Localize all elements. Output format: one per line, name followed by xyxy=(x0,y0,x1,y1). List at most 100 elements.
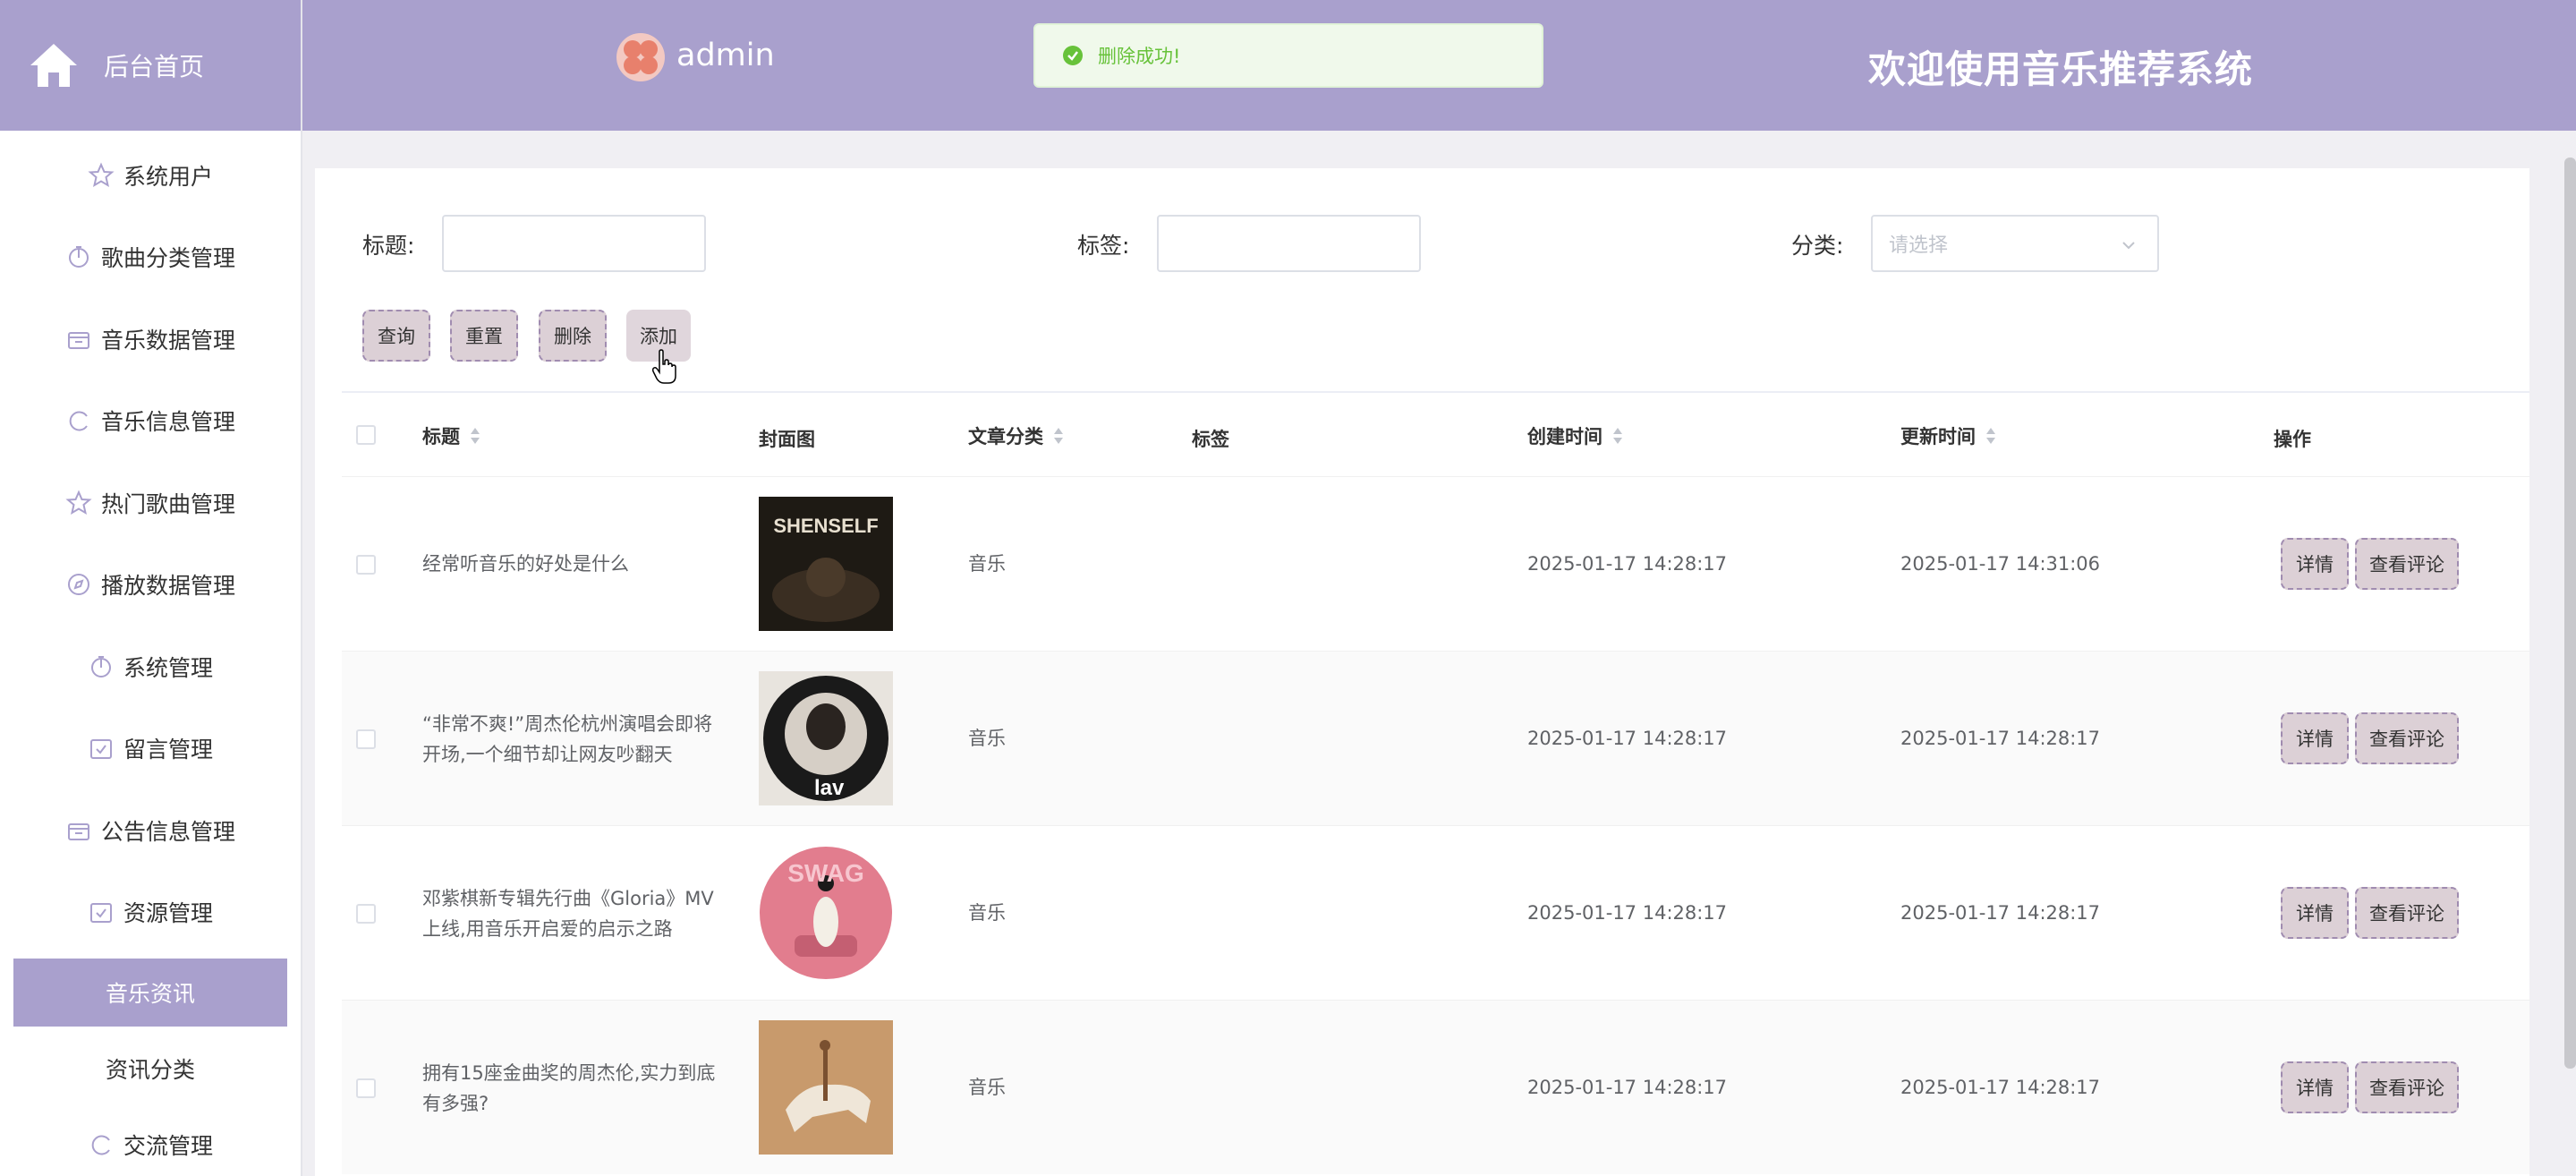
row-checkbox[interactable] xyxy=(356,729,376,749)
success-toast: 删除成功! xyxy=(1033,23,1543,88)
home-label: 后台首页 xyxy=(104,52,205,81)
row-updated: 2025-01-17 14:28:17 xyxy=(1900,728,2101,749)
column-cover-label: 封面图 xyxy=(759,429,815,450)
category-filter-label: 分类: xyxy=(1791,233,1844,259)
hand-cursor-icon xyxy=(651,349,676,384)
row-updated: 2025-01-17 14:28:17 xyxy=(1900,1077,2101,1098)
sidebar-item-label: 资讯分类 xyxy=(105,1057,195,1083)
tag-filter-input[interactable] xyxy=(1157,215,1421,272)
sidebar-item-label: 系统用户 xyxy=(123,163,213,190)
column-category-label: 文章分类 xyxy=(968,426,1043,447)
title-filter-input[interactable] xyxy=(442,215,706,272)
delete-button[interactable]: 删除 xyxy=(539,310,607,362)
sidebar-item-resources[interactable]: 资源管理 xyxy=(0,872,301,954)
cover-image xyxy=(759,1020,893,1155)
detail-button[interactable]: 详情 xyxy=(2281,1061,2349,1113)
cycle-icon xyxy=(69,411,88,431)
sidebar-item-news-category[interactable]: 资讯分类 xyxy=(0,1034,301,1104)
row-checkbox[interactable] xyxy=(356,555,376,575)
news-table: 标题 封面图 文章分类 标签 创建时间 更新时间 操作 经常听音乐的好处是什么 xyxy=(342,391,2529,1174)
cover-text: SHENSELF xyxy=(773,515,878,537)
detail-button[interactable]: 详情 xyxy=(2281,887,2349,939)
column-tags: 标签 xyxy=(1192,425,1229,452)
toast-message: 删除成功! xyxy=(1098,46,1181,67)
tag-filter-label: 标签: xyxy=(1077,233,1130,259)
cover-image: lav xyxy=(759,671,893,805)
star-icon xyxy=(88,162,115,187)
sort-icon[interactable] xyxy=(1985,426,1997,446)
sidebar-item-music-news[interactable]: 音乐资讯 xyxy=(13,959,287,1027)
sidebar-item-system-users[interactable]: 系统用户 xyxy=(0,134,301,217)
admin-name[interactable]: admin xyxy=(676,38,775,73)
sidebar-item-play-data[interactable]: 播放数据管理 xyxy=(0,544,301,626)
sidebar-menu: 系统用户 歌曲分类管理 音乐数据管理 音乐信息管理 热门歌曲管理 播放数据管理 … xyxy=(0,134,301,1176)
sidebar: 后台首页 系统用户 歌曲分类管理 音乐数据管理 音乐信息管理 热门歌曲管理 播放… xyxy=(0,0,302,1176)
column-category[interactable]: 文章分类 xyxy=(968,422,1065,449)
box-icon xyxy=(67,331,89,349)
view-comments-button[interactable]: 查看评论 xyxy=(2355,538,2459,590)
row-category: 音乐 xyxy=(968,902,1006,924)
title-filter-label: 标题: xyxy=(362,233,415,259)
sidebar-item-music-data[interactable]: 音乐数据管理 xyxy=(0,298,301,380)
sort-icon[interactable] xyxy=(1052,426,1065,446)
sidebar-item-label: 音乐信息管理 xyxy=(100,409,235,436)
sort-icon[interactable] xyxy=(1611,426,1624,446)
view-comments-button[interactable]: 查看评论 xyxy=(2355,887,2459,939)
column-cover: 封面图 xyxy=(759,425,815,452)
column-actions-label: 操作 xyxy=(2274,429,2311,450)
category-select[interactable]: 请选择 xyxy=(1871,215,2159,272)
sidebar-item-label: 交流管理 xyxy=(123,1132,213,1159)
sidebar-item-label: 留言管理 xyxy=(123,737,213,763)
row-title: 拥有15座金曲奖的周杰伦,实力到底有多强? xyxy=(422,1062,716,1114)
sidebar-item-label: 歌曲分类管理 xyxy=(100,245,235,272)
success-check-icon xyxy=(1063,46,1083,65)
column-title[interactable]: 标题 xyxy=(422,422,481,449)
table-header: 标题 封面图 文章分类 标签 创建时间 更新时间 操作 xyxy=(342,391,2529,476)
column-tags-label: 标签 xyxy=(1192,429,1229,450)
row-checkbox[interactable] xyxy=(356,904,376,924)
table-row: 拥有15座金曲奖的周杰伦,实力到底有多强? 音乐 2025-01-17 14:2… xyxy=(342,1000,2529,1174)
welcome-title: 欢迎使用音乐推荐系统 xyxy=(1868,47,2254,91)
row-title: 邓紫棋新专辑先行曲《Gloria》MV上线,用音乐开启爱的启示之路 xyxy=(422,888,714,940)
chevron-down-icon xyxy=(2122,242,2135,250)
view-comments-button[interactable]: 查看评论 xyxy=(2355,712,2459,764)
sidebar-item-label: 音乐数据管理 xyxy=(100,327,235,354)
sort-icon[interactable] xyxy=(469,426,481,446)
home-link[interactable]: 后台首页 xyxy=(0,0,301,131)
cover-image: SWAG xyxy=(759,846,893,980)
sidebar-item-hot-songs[interactable]: 热门歌曲管理 xyxy=(0,462,301,544)
view-comments-button[interactable]: 查看评论 xyxy=(2355,1061,2459,1113)
column-created[interactable]: 创建时间 xyxy=(1527,422,1624,449)
row-created: 2025-01-17 14:28:17 xyxy=(1527,553,1728,575)
sidebar-item-label: 公告信息管理 xyxy=(100,818,235,845)
timer-icon xyxy=(68,246,89,268)
sidebar-item-label: 系统管理 xyxy=(123,654,213,681)
cover-text: lav xyxy=(814,776,845,800)
sidebar-item-song-category[interactable]: 歌曲分类管理 xyxy=(0,217,301,299)
sidebar-item-system-manage[interactable]: 系统管理 xyxy=(0,626,301,708)
select-all-checkbox[interactable] xyxy=(356,425,376,445)
sidebar-item-communication[interactable]: 交流管理 xyxy=(0,1104,301,1176)
table-row: 邓紫棋新专辑先行曲《Gloria》MV上线,用音乐开启爱的启示之路 SWAG 音… xyxy=(342,825,2529,1000)
reset-button[interactable]: 重置 xyxy=(450,310,518,362)
sidebar-item-music-info[interactable]: 音乐信息管理 xyxy=(0,380,301,463)
row-title: “非常不爽!”周杰伦杭州演唱会即将开场,一个细节却让网友吵翻天 xyxy=(422,713,713,765)
row-checkbox[interactable] xyxy=(356,1078,376,1098)
scrollbar[interactable] xyxy=(2564,158,2576,1069)
sidebar-item-label: 播放数据管理 xyxy=(100,573,235,600)
query-button[interactable]: 查询 xyxy=(362,310,430,362)
calendar-check-icon xyxy=(89,903,112,924)
cover-text: SWAG xyxy=(787,859,864,887)
detail-button[interactable]: 详情 xyxy=(2281,712,2349,764)
row-created: 2025-01-17 14:28:17 xyxy=(1527,728,1728,749)
sidebar-item-messages[interactable]: 留言管理 xyxy=(0,708,301,790)
avatar[interactable] xyxy=(616,32,666,82)
column-updated[interactable]: 更新时间 xyxy=(1900,422,1997,449)
calendar-check-icon xyxy=(89,739,112,760)
compass-icon xyxy=(67,574,89,596)
sidebar-item-label: 资源管理 xyxy=(123,900,213,927)
detail-button[interactable]: 详情 xyxy=(2281,538,2349,590)
column-updated-label: 更新时间 xyxy=(1900,426,1976,447)
sidebar-item-announcements[interactable]: 公告信息管理 xyxy=(0,789,301,872)
row-category: 音乐 xyxy=(968,553,1006,575)
